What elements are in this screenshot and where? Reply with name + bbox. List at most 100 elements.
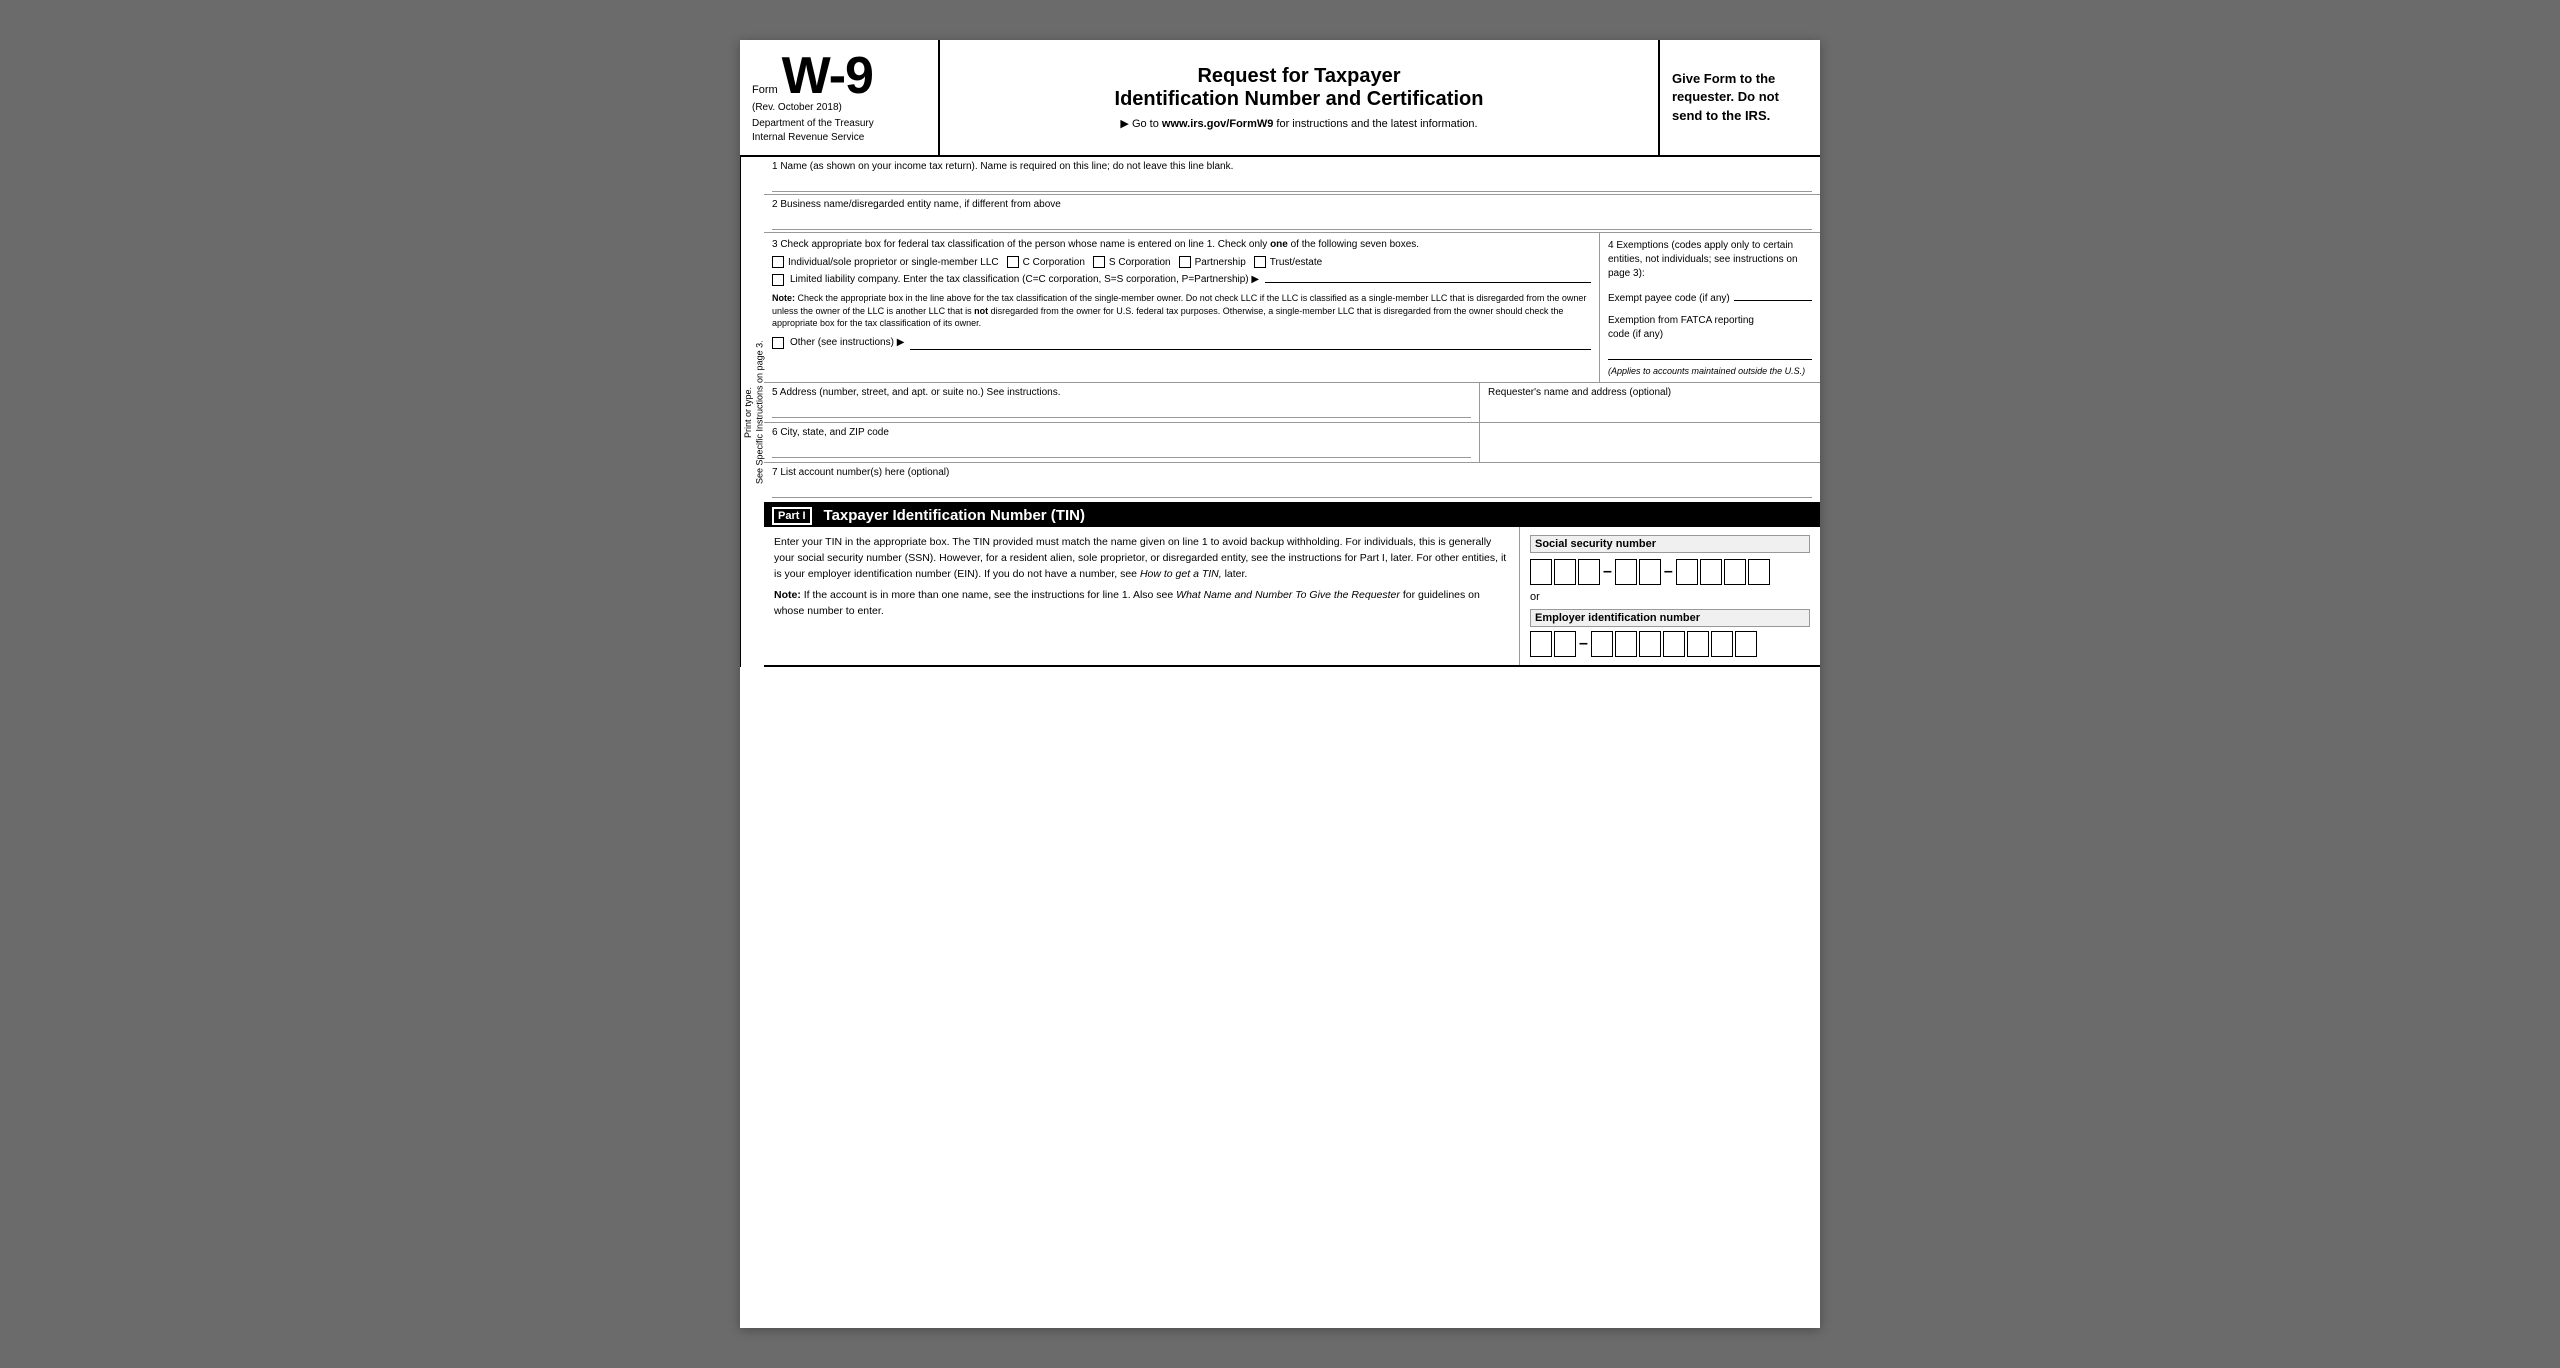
trust-label: Trust/estate (1270, 257, 1322, 268)
row-6-left: 6 City, state, and ZIP code (764, 423, 1480, 462)
ssn-dash-2: – (1664, 563, 1673, 581)
ssn-group-1 (1530, 559, 1600, 585)
row-4: 4 Exemptions (codes apply only to certai… (1600, 233, 1820, 382)
ein-box-2[interactable] (1554, 631, 1576, 657)
field-6-input[interactable] (772, 440, 1471, 458)
form-rev: (Rev. October 2018) (752, 102, 926, 113)
row-7: 7 List account number(s) here (optional) (764, 463, 1820, 504)
classification-boxes: Individual/sole proprietor or single-mem… (772, 256, 1591, 268)
ssn-box-1[interactable] (1530, 559, 1552, 585)
header-left: Form W-9 (Rev. October 2018) Department … (740, 40, 940, 155)
other-row: Other (see instructions) ▶ (772, 336, 1591, 350)
ein-dash: – (1579, 635, 1588, 653)
field-1-label: 1 Name (as shown on your income tax retu… (772, 161, 1812, 172)
field-5-label: 5 Address (number, street, and apt. or s… (772, 387, 1471, 398)
form-dept: Department of the Treasury Internal Reve… (752, 117, 926, 145)
ssn-box-3[interactable] (1578, 559, 1600, 585)
ein-box-9[interactable] (1735, 631, 1757, 657)
header-url: ▶ Go to www.irs.gov/FormW9 for instructi… (960, 117, 1638, 130)
field-3-label: 3 Check appropriate box for federal tax … (772, 239, 1591, 250)
see-instructions-label: See Specific Instructions on page 3. (755, 340, 767, 484)
field-1-row: 1 Name (as shown on your income tax retu… (764, 157, 1820, 195)
llc-label: Limited liability company. Enter the tax… (790, 274, 1259, 285)
field-2-input[interactable] (772, 212, 1812, 230)
check-partnership: Partnership (1179, 256, 1246, 268)
check-trust: Trust/estate (1254, 256, 1322, 268)
ein-section: Employer identification number – (1530, 609, 1810, 657)
partnership-label: Partnership (1195, 257, 1246, 268)
ssn-box-2[interactable] (1554, 559, 1576, 585)
print-or-type-label: Print or type. (743, 386, 755, 437)
checkbox-partnership[interactable] (1179, 256, 1191, 268)
llc-row: Limited liability company. Enter the tax… (772, 274, 1591, 286)
other-input-line[interactable] (910, 336, 1591, 350)
ssn-box-9[interactable] (1748, 559, 1770, 585)
part-I-header: Part I Taxpayer Identification Number (T… (764, 504, 1820, 527)
checkbox-individual[interactable] (772, 256, 784, 268)
form-body: Print or type. See Specific Instructions… (740, 157, 1820, 667)
ein-group-1 (1530, 631, 1576, 657)
ssn-box-8[interactable] (1724, 559, 1746, 585)
form-header: Form W-9 (Rev. October 2018) Department … (740, 40, 1820, 157)
field-2-label: 2 Business name/disregarded entity name,… (772, 199, 1812, 210)
row-3: 3 Check appropriate box for federal tax … (764, 233, 1600, 382)
ein-box-6[interactable] (1663, 631, 1685, 657)
ein-box-5[interactable] (1639, 631, 1661, 657)
part-I-body: Enter your TIN in the appropriate box. T… (764, 527, 1820, 667)
c-corp-label: C Corporation (1023, 257, 1085, 268)
row-6-right (1480, 423, 1820, 462)
field-7-input[interactable] (772, 480, 1812, 498)
ssn-box-5[interactable] (1639, 559, 1661, 585)
field-5-input[interactable] (772, 400, 1471, 418)
field-1-input[interactable] (772, 174, 1812, 192)
part-I-text: Enter your TIN in the appropriate box. T… (774, 535, 1509, 582)
ein-boxes: – (1530, 631, 1810, 657)
row-5: 5 Address (number, street, and apt. or s… (764, 383, 1820, 423)
requester-field: Requester's name and address (optional) (1480, 383, 1820, 422)
w9-form: Form W-9 (Rev. October 2018) Department … (740, 40, 1820, 1328)
form-label: Form (752, 84, 778, 96)
field-2-row: 2 Business name/disregarded entity name,… (764, 195, 1820, 233)
s-corp-label: S Corporation (1109, 257, 1171, 268)
ein-box-1[interactable] (1530, 631, 1552, 657)
header-center: Request for Taxpayer Identification Numb… (940, 40, 1660, 155)
header-title-sub: Identification Number and Certification (960, 88, 1638, 111)
ein-group-2 (1591, 631, 1757, 657)
ein-box-3[interactable] (1591, 631, 1613, 657)
side-label: Print or type. See Specific Instructions… (740, 157, 764, 667)
requester-label: Requester's name and address (optional) (1488, 387, 1812, 398)
checkbox-c-corp[interactable] (1007, 256, 1019, 268)
header-right: Give Form to the requester. Do not send … (1660, 40, 1820, 155)
ssn-box-6[interactable] (1676, 559, 1698, 585)
ein-box-8[interactable] (1711, 631, 1733, 657)
checkbox-trust[interactable] (1254, 256, 1266, 268)
part-I-note: Note: If the account is in more than one… (774, 588, 1509, 620)
ssn-box-4[interactable] (1615, 559, 1637, 585)
part-I-title: Taxpayer Identification Number (TIN) (824, 507, 1085, 524)
field-6-label: 6 City, state, and ZIP code (772, 427, 1471, 438)
header-title-main: Request for Taxpayer (960, 65, 1638, 88)
check-s-corp: S Corporation (1093, 256, 1171, 268)
exempt-payee-input[interactable] (1734, 287, 1812, 301)
ssn-boxes: – – (1530, 559, 1810, 585)
checkbox-s-corp[interactable] (1093, 256, 1105, 268)
ssn-section: Social security number – (1530, 535, 1810, 585)
form-fields: 1 Name (as shown on your income tax retu… (764, 157, 1820, 667)
checkbox-other[interactable] (772, 337, 784, 349)
part-I-right: Social security number – (1520, 527, 1820, 665)
ssn-box-7[interactable] (1700, 559, 1722, 585)
fatca-label: Exemption from FATCA reporting code (if … (1608, 314, 1812, 360)
row-5-left: 5 Address (number, street, and apt. or s… (764, 383, 1480, 422)
ein-box-7[interactable] (1687, 631, 1709, 657)
fatca-note: (Applies to accounts maintained outside … (1608, 366, 1812, 376)
ssn-label: Social security number (1530, 535, 1810, 553)
form-number: W-9 (782, 50, 873, 102)
fatca-input[interactable] (1608, 346, 1812, 360)
part-I-label: Part I (772, 510, 812, 522)
ssn-group-2 (1615, 559, 1661, 585)
checkbox-llc[interactable] (772, 274, 784, 286)
llc-input-line[interactable] (1265, 282, 1591, 283)
ein-box-4[interactable] (1615, 631, 1637, 657)
or-text: or (1530, 591, 1810, 603)
row-6: 6 City, state, and ZIP code (764, 423, 1820, 463)
